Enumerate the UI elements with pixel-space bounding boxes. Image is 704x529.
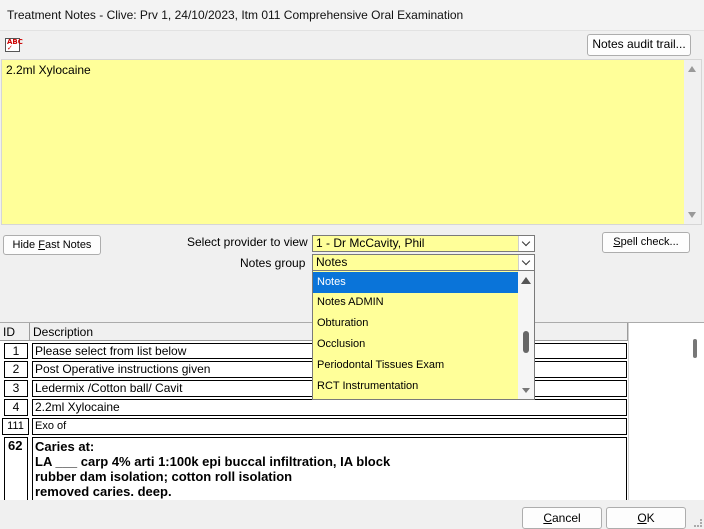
resize-grip-icon[interactable] xyxy=(694,519,702,527)
dropdown-scrollbar[interactable] xyxy=(518,271,534,399)
dialog-footer: Cancel OK xyxy=(0,500,704,529)
chevron-down-icon xyxy=(521,256,531,266)
scroll-down-icon[interactable] xyxy=(522,388,530,393)
notes-text: 2.2ml Xylocaine xyxy=(6,63,91,77)
notes-group-dropdown-list[interactable]: Notes Notes ADMIN Obturation Occlusion P… xyxy=(312,270,535,400)
title-bar: Treatment Notes - Clive: Prv 1, 24/10/20… xyxy=(0,0,704,31)
dropdown-option-notes[interactable]: Notes xyxy=(313,272,518,293)
row-id[interactable]: 111 xyxy=(2,418,29,435)
row-id[interactable]: 3 xyxy=(4,380,28,397)
provider-dropdown-button[interactable] xyxy=(518,236,534,251)
row-id[interactable]: 62 xyxy=(4,437,28,501)
spell-check-button[interactable]: Spell check... xyxy=(602,232,690,253)
notes-group-select[interactable]: Notes xyxy=(312,254,535,271)
notes-group-label: Notes group xyxy=(240,256,306,270)
grid-scroll-thumb[interactable] xyxy=(693,339,697,358)
column-header-id[interactable]: ID xyxy=(0,323,30,341)
dropdown-option-rct-instrumentation[interactable]: RCT Instrumentation xyxy=(313,376,518,397)
dropdown-option-notes-admin[interactable]: Notes ADMIN xyxy=(313,292,518,313)
notes-scrollbar[interactable] xyxy=(684,60,701,224)
dropdown-option-periodontal-tissues-exam[interactable]: Periodontal Tissues Exam xyxy=(313,355,518,376)
notes-group-dropdown-button[interactable] xyxy=(518,255,534,270)
row-description[interactable]: Exo of xyxy=(32,418,627,435)
ok-button[interactable]: OK xyxy=(606,507,686,529)
scroll-down-icon[interactable] xyxy=(688,212,696,218)
row-description[interactable]: 2.2ml Xylocaine xyxy=(32,399,627,416)
row-id[interactable]: 4 xyxy=(4,399,28,416)
dropdown-option-occlusion[interactable]: Occlusion xyxy=(313,334,518,355)
cancel-button[interactable]: Cancel xyxy=(522,507,602,529)
scroll-up-icon[interactable] xyxy=(521,277,531,284)
hide-fast-notes-button[interactable]: Hide Fast Notes xyxy=(3,235,101,255)
dropdown-option-obturation[interactable]: Obturation xyxy=(313,313,518,334)
scroll-up-icon[interactable] xyxy=(688,66,696,72)
row-id[interactable]: 2 xyxy=(4,361,28,378)
row-description[interactable]: Caries at: LA ___ carp 4% arti 1:100k ep… xyxy=(32,437,627,501)
grid-right-panel xyxy=(628,323,704,501)
dropdown-scroll-thumb[interactable] xyxy=(523,331,529,353)
row-id[interactable]: 1 xyxy=(4,343,28,359)
chevron-down-icon xyxy=(521,237,531,247)
spell-check-icon[interactable]: ABC ✓ xyxy=(5,38,23,52)
grid-scrollbar[interactable] xyxy=(689,337,699,487)
notes-audit-trail-button[interactable]: Notes audit trail... xyxy=(587,34,691,56)
provider-select[interactable]: 1 - Dr McCavity, Phil xyxy=(312,235,535,252)
window-title: Treatment Notes - Clive: Prv 1, 24/10/20… xyxy=(7,8,464,22)
notes-editor[interactable]: 2.2ml Xylocaine xyxy=(1,59,702,225)
provider-label: Select provider to view xyxy=(187,235,308,249)
